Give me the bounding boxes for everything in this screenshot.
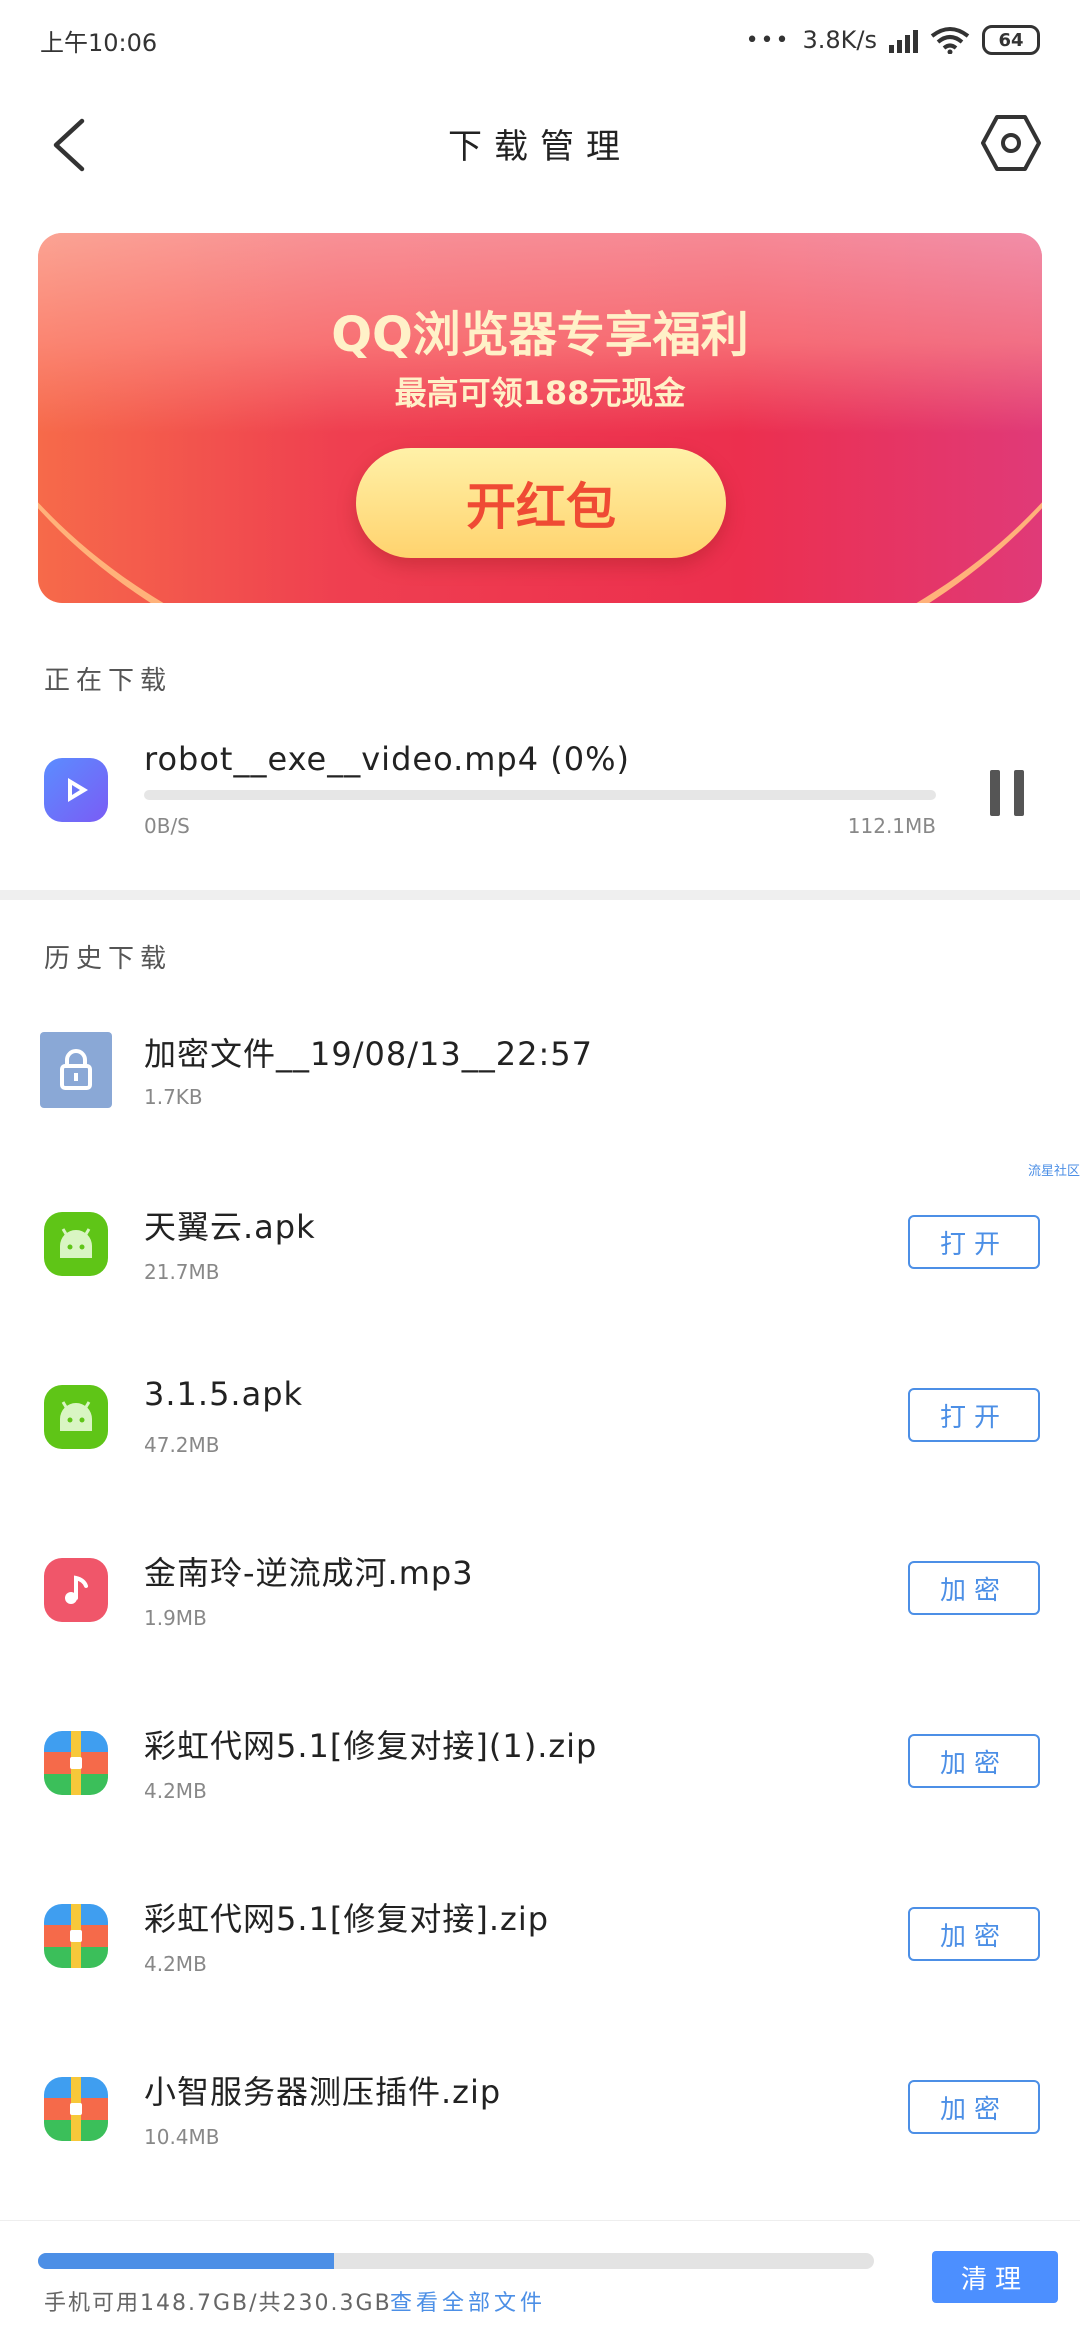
history-item[interactable]: 天翼云.apk 21.7MB 打开	[0, 1200, 1080, 1320]
pause-bar-left	[990, 770, 1000, 816]
clean-button[interactable]: 清理	[932, 2251, 1058, 2303]
wifi-icon	[930, 27, 970, 54]
history-section-label: 历史下载	[44, 944, 173, 974]
history-file-size: 4.2MB	[144, 1952, 207, 1976]
history-file-size: 47.2MB	[144, 1433, 220, 1457]
encrypt-button[interactable]: 加密	[908, 1561, 1040, 1615]
storage-usage-bar	[38, 2253, 874, 2269]
history-file-name: 彩虹代网5.1[修复对接].zip	[144, 1900, 550, 1938]
storage-usage-fill	[38, 2253, 334, 2269]
zip-archive-icon	[44, 2077, 108, 2141]
android-apk-icon	[44, 1212, 108, 1276]
signal-icon	[889, 27, 918, 53]
open-button[interactable]: 打开	[908, 1388, 1040, 1442]
history-file-size: 1.7KB	[144, 1085, 203, 1109]
zip-archive-icon	[44, 1904, 108, 1968]
history-file-size: 4.2MB	[144, 1779, 207, 1803]
battery-icon: 64	[982, 25, 1040, 55]
android-apk-icon	[44, 1385, 108, 1449]
more-dots-icon: •••	[745, 27, 791, 53]
history-file-size: 1.9MB	[144, 1606, 207, 1630]
downloading-item[interactable]: robot__exe__video.mp4 (0%) 0B/S 112.1MB	[0, 740, 1080, 850]
history-file-name: 小智服务器测压插件.zip	[144, 2073, 502, 2111]
pause-button[interactable]	[990, 770, 1024, 816]
title-bar: 下载管理	[0, 95, 1080, 191]
history-file-name: 彩虹代网5.1[修复对接](1).zip	[144, 1727, 598, 1765]
back-chevron-icon[interactable]	[40, 115, 100, 175]
open-red-packet-button[interactable]: 开红包	[356, 448, 726, 558]
settings-gear-icon[interactable]	[980, 112, 1042, 174]
encrypted-file-icon	[40, 1032, 112, 1108]
zip-archive-icon	[44, 1731, 108, 1795]
banner-subtitle: 最高可领188元现金	[394, 374, 686, 412]
page-title: 下载管理	[448, 126, 632, 167]
history-file-name: 加密文件__19/08/13__22:57	[144, 1035, 593, 1073]
encrypt-button[interactable]: 加密	[908, 1734, 1040, 1788]
encrypt-button[interactable]: 加密	[908, 2080, 1040, 2134]
history-file-name: 天翼云.apk	[144, 1208, 316, 1246]
network-speed: 3.8K/s	[802, 26, 878, 54]
history-item[interactable]: 加密文件__19/08/13__22:57 1.7KB	[0, 1025, 1080, 1145]
status-bar: 上午10:06 ••• 3.8K/s 64	[0, 0, 1080, 80]
storage-available-text: 手机可用148.7GB/共230.3GB	[44, 2291, 392, 2316]
download-progress-bar	[144, 790, 936, 800]
storage-bar: 手机可用148.7GB/共230.3GB 查看全部文件 清理	[0, 2220, 1080, 2341]
history-item[interactable]: 金南玲-逆流成河.mp3 1.9MB 加密	[0, 1546, 1080, 1666]
download-speed: 0B/S	[144, 814, 190, 838]
history-item[interactable]: 彩虹代网5.1[修复对接].zip 4.2MB 加密	[0, 1892, 1080, 2012]
history-file-name: 3.1.5.apk	[144, 1375, 304, 1413]
status-icons: ••• 3.8K/s 64	[746, 25, 1040, 55]
history-file-name: 金南玲-逆流成河.mp3	[144, 1554, 474, 1592]
history-item[interactable]: 小智服务器测压插件.zip 10.4MB 加密	[0, 2065, 1080, 2185]
history-file-size: 21.7MB	[144, 1260, 220, 1284]
history-item[interactable]: 3.1.5.apk 47.2MB 打开	[0, 1373, 1080, 1493]
history-item[interactable]: 彩虹代网5.1[修复对接](1).zip 4.2MB 加密	[0, 1719, 1080, 1839]
pause-bar-right	[1014, 770, 1024, 816]
downloading-section-label: 正在下载	[44, 666, 173, 696]
download-total-size: 112.1MB	[847, 814, 936, 838]
downloading-file-name: robot__exe__video.mp4 (0%)	[144, 740, 630, 778]
history-file-size: 10.4MB	[144, 2125, 220, 2149]
video-play-icon	[44, 758, 108, 822]
encrypt-button[interactable]: 加密	[908, 1907, 1040, 1961]
banner-title: QQ浏览器专享福利	[331, 307, 749, 363]
open-button[interactable]: 打开	[908, 1215, 1040, 1269]
watermark: 流星社区	[1028, 1164, 1080, 1179]
status-time: 上午10:06	[40, 28, 158, 57]
music-note-icon	[44, 1558, 108, 1622]
promo-banner[interactable]: QQ浏览器专享福利 最高可领188元现金 开红包	[38, 233, 1042, 603]
view-all-files-link[interactable]: 查看全部文件	[390, 2285, 546, 2317]
section-divider	[0, 890, 1080, 900]
